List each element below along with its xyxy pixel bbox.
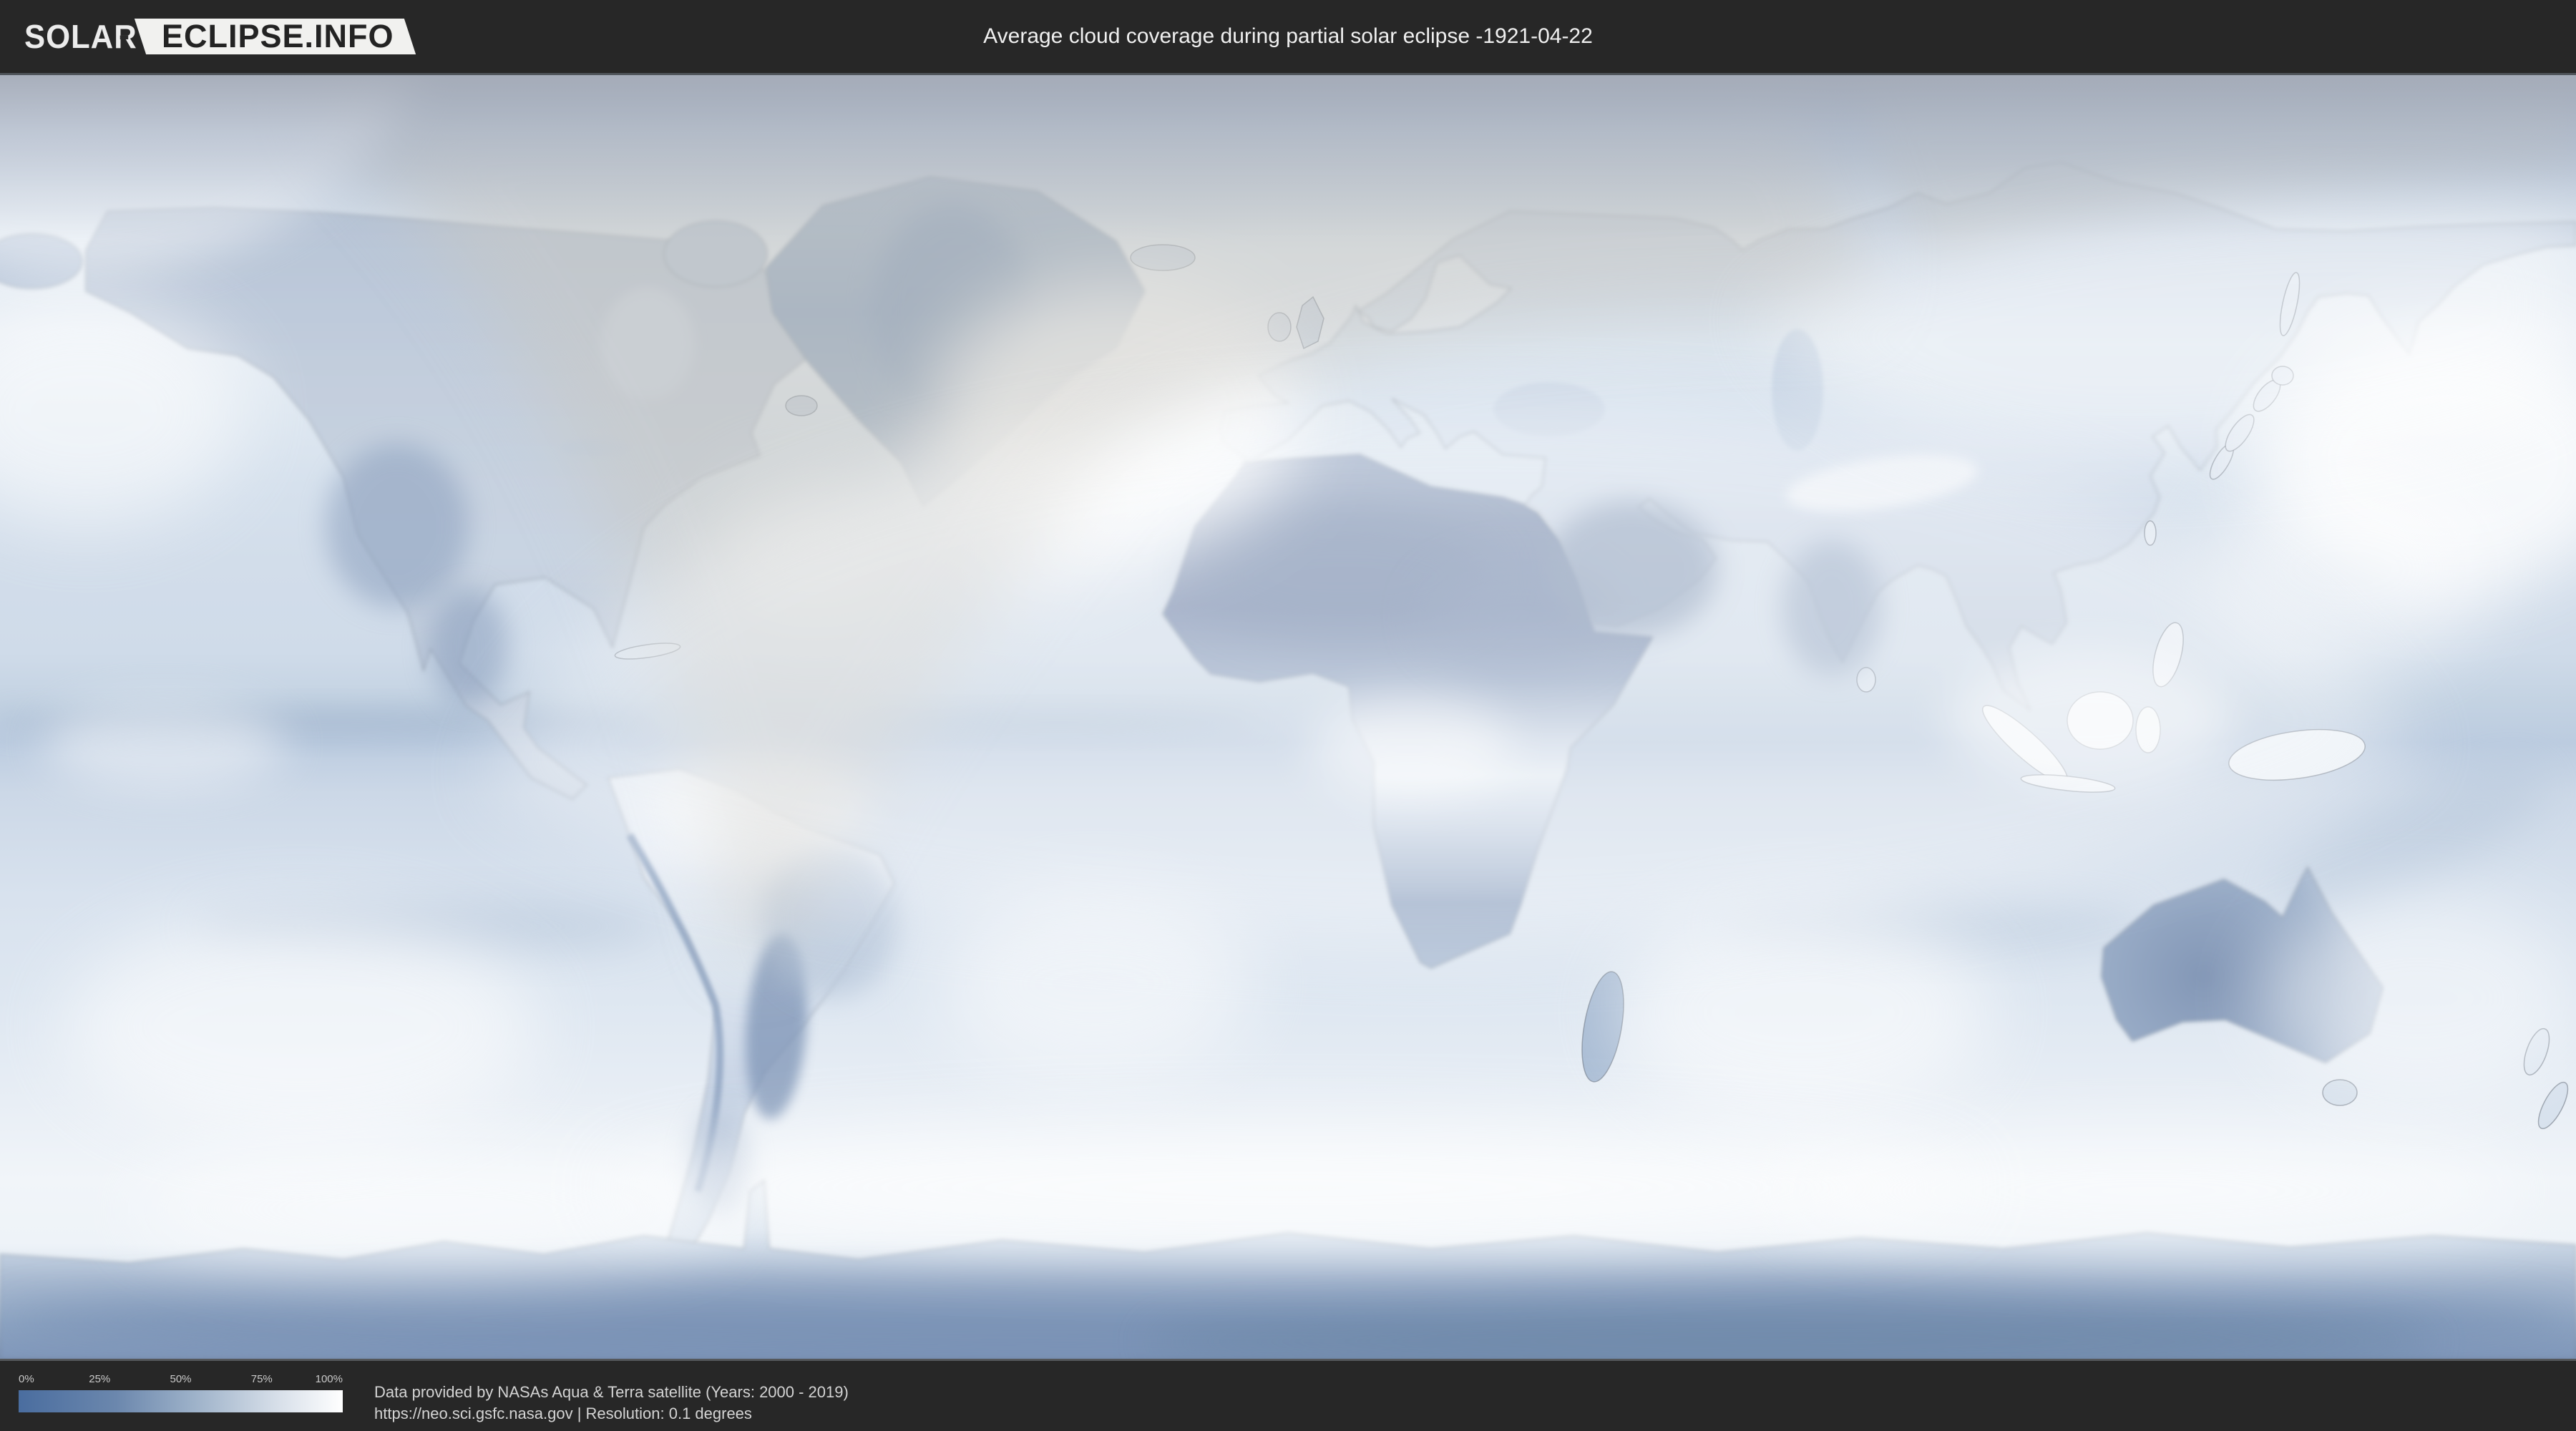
logo-hyphen: - [119,16,130,53]
data-attribution: Data provided by NASAs Aqua & Terra sate… [374,1382,849,1425]
legend-gradient-bar [19,1390,343,1412]
world-map-svg [0,75,2576,1359]
logo-flag: ECLIPSE.INFO [134,18,416,54]
attribution-line-1: Data provided by NASAs Aqua & Terra sate… [374,1383,849,1401]
footer-bar: 0% 25% 50% 75% 100% Data provided by NAS… [0,1363,2576,1431]
cloud-coverage-map[interactable] [0,73,2576,1361]
legend-tick-75: 75% [250,1373,273,1385]
header-bar: SOLAR - ECLIPSE.INFO Average cloud cover… [0,0,2576,73]
legend-tick-labels: 0% 25% 50% 75% 100% [19,1373,343,1387]
polar-gray-band [0,75,2576,240]
cloud-coverage-legend: 0% 25% 50% 75% 100% [19,1373,343,1412]
site-logo[interactable]: SOLAR - ECLIPSE.INFO [24,0,416,73]
attribution-line-2: https://neo.sci.gsfc.nasa.gov | Resoluti… [374,1405,752,1422]
legend-tick-0: 0% [19,1373,34,1385]
legend-tick-25: 25% [89,1373,111,1385]
legend-tick-100: 100% [315,1373,343,1385]
logo-text-eclipse-info: ECLIPSE.INFO [162,18,394,54]
legend-tick-50: 50% [170,1373,192,1385]
